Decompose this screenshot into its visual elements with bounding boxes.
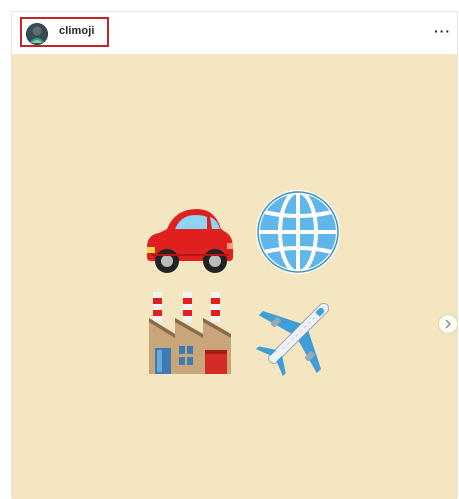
username-highlight-box: [20, 17, 109, 47]
post-image: [12, 54, 457, 499]
chevron-right-icon: [445, 319, 451, 329]
more-options-icon[interactable]: ···: [434, 24, 451, 38]
post-card: climoji ···: [11, 11, 458, 499]
next-image-button[interactable]: [439, 315, 457, 333]
factory-emoji: [149, 292, 231, 374]
airplane-emoji: [255, 303, 329, 377]
car-emoji: [147, 209, 233, 273]
post-header: climoji ···: [12, 12, 457, 54]
globe-emoji: [256, 190, 340, 274]
